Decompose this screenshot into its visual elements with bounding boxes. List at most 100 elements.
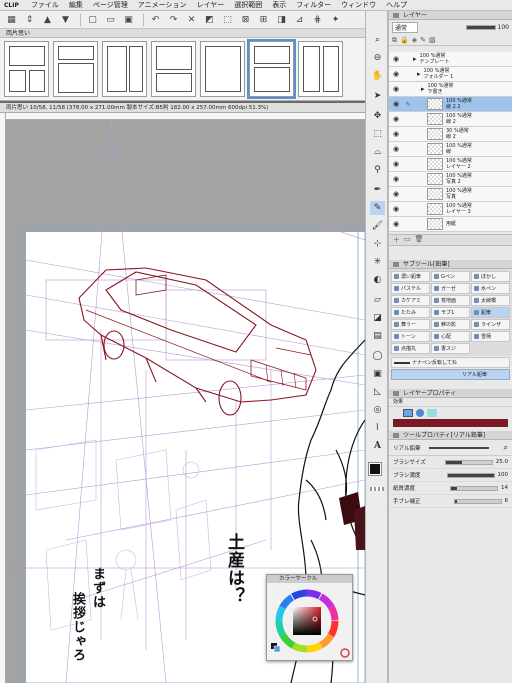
layer-row[interactable]: ◉ 100 %通常 レイヤー 3 (389, 202, 512, 217)
clear-icon[interactable]: ✕ (184, 13, 199, 27)
folder-icon[interactable]: ▸ (413, 55, 417, 63)
property-slider[interactable] (444, 459, 493, 465)
subtool-item[interactable]: 舞うー (391, 319, 430, 330)
subtool-item[interactable]: 書スジ (431, 343, 470, 354)
page-thumbnail[interactable] (200, 41, 245, 97)
color-wheel[interactable] (267, 583, 354, 662)
subtool-item[interactable]: 鉛筆 (471, 307, 510, 318)
layer-row[interactable]: ◉ 100 %通常 レイヤー 2 (389, 157, 512, 172)
menu-view[interactable]: 表示 (272, 0, 286, 10)
subtool-item[interactable]: ラインザ (471, 319, 510, 330)
subtool-item[interactable]: カケアミ (391, 295, 430, 306)
page-down-icon[interactable]: ▼ (58, 13, 73, 27)
subtool-item[interactable]: 雪柄 (471, 331, 510, 342)
open-icon[interactable]: ▭ (103, 13, 118, 27)
visibility-eye-icon[interactable]: ◉ (389, 220, 403, 228)
subtool-item[interactable]: モブ1 (431, 307, 470, 318)
brush-preview-2[interactable]: リアル鉛筆 (391, 369, 510, 380)
property-slider[interactable] (450, 485, 498, 491)
operation-icon[interactable]: ➤ (370, 89, 385, 103)
subtool-item[interactable]: 濃い鉛筆 (391, 271, 430, 282)
pencil-icon[interactable]: ✎ (370, 201, 385, 215)
undo-icon[interactable]: ↶ (148, 13, 163, 27)
blend-mode-select[interactable]: 通常 (392, 22, 419, 33)
eyedropper-icon[interactable]: ⚲ (370, 163, 385, 177)
layer-row[interactable]: ◉ 100 %通常線 2 (389, 112, 512, 127)
main-color-swatch[interactable] (368, 462, 382, 476)
figure-icon[interactable]: ◯ (370, 349, 385, 363)
zoom-icon[interactable]: ⌕ (370, 33, 385, 47)
layer-row[interactable]: ◉ 100 %通常 写真 2 (389, 172, 512, 187)
move-up-down-icon[interactable]: ⇕ (22, 13, 37, 27)
eraser-icon[interactable]: ▱ (370, 293, 385, 307)
layer-row[interactable]: ◉ ▸ 100 %通常 テンプレート (389, 52, 512, 67)
ruler-icon[interactable]: ◺ (370, 385, 385, 399)
page-thumbnail[interactable] (102, 41, 147, 97)
tool-property-row[interactable]: ブラシサイズ 25.0 (389, 456, 512, 469)
grid-icon[interactable]: ▦ (4, 13, 19, 27)
pen-icon[interactable]: ✒ (370, 183, 385, 197)
subtool-item[interactable]: 点描丸 (391, 343, 430, 354)
line-correct-icon[interactable]: ⌇ (370, 421, 385, 435)
menu-help[interactable]: ヘルプ (386, 0, 407, 10)
text-icon[interactable]: A (370, 439, 385, 453)
horizontal-ruler[interactable] (6, 113, 365, 120)
menu-animation[interactable]: アニメーション (138, 0, 187, 10)
layer-row[interactable]: ◉ ✎ 100 %通常線 2 2 (389, 97, 512, 112)
layer-row[interactable]: ◉ ▸ 100 %通常 下書き (389, 82, 512, 97)
tool-property-row[interactable]: 紙質濃度 14 (389, 482, 512, 495)
layer-row[interactable]: ◉ 用紙 (389, 217, 512, 232)
property-slider[interactable] (453, 498, 502, 504)
subtool-item[interactable]: 太線橋 (471, 295, 510, 306)
draft-icon[interactable]: ✎ (420, 36, 426, 45)
layer-panel-tab[interactable]: レイヤー (389, 11, 512, 20)
opacity-slider[interactable] (465, 25, 496, 30)
visibility-eye-icon[interactable]: ◉ (389, 190, 403, 198)
fill-icon[interactable]: ◩ (202, 13, 217, 27)
select-all-icon[interactable]: ⊞ (256, 13, 271, 27)
snap-special-icon[interactable]: ✦ (328, 13, 343, 27)
subtool-panel-tab[interactable]: サブツール[鉛筆] (389, 260, 512, 269)
page-thumbnail[interactable] (298, 41, 343, 97)
new-icon[interactable]: ▢ (85, 13, 100, 27)
brush-icon[interactable]: 🖌 (370, 219, 385, 233)
subtool-item[interactable]: 水ペン (471, 283, 510, 294)
new-layer-icon[interactable]: ＋ (393, 235, 400, 245)
menu-page[interactable]: ページ管理 (93, 0, 128, 10)
layer-row[interactable]: ◉ 100 %通常 写真 (389, 187, 512, 202)
subtool-item[interactable]: 荒地面 (431, 295, 470, 306)
snap-grid-icon[interactable]: ⋕ (310, 13, 325, 27)
app-logo[interactable]: CLIP (4, 2, 19, 9)
layer-property-tab[interactable]: レイヤープロパティ (389, 389, 512, 398)
page-thumbnail[interactable] (53, 41, 98, 97)
subtool-item[interactable]: トーン (391, 331, 430, 342)
reference-icon[interactable]: ◈ (412, 36, 417, 45)
decoration-icon[interactable]: ✳ (370, 255, 385, 269)
visibility-eye-icon[interactable]: ◉ (389, 55, 403, 63)
fill-bucket-icon[interactable]: ◪ (370, 311, 385, 325)
color-circle-panel[interactable]: カラーサークル (266, 574, 353, 661)
tool-property-row[interactable]: 手ブレ補正 6 (389, 495, 512, 508)
layer-row[interactable]: ◉ 100 %通常線 (389, 142, 512, 157)
visibility-eye-icon[interactable]: ◉ (389, 175, 403, 183)
menu-edit[interactable]: 編集 (69, 0, 83, 10)
visibility-eye-icon[interactable]: ◉ (389, 130, 403, 138)
menu-filter[interactable]: フィルター (296, 0, 331, 10)
subtool-item[interactable]: たたみ (391, 307, 430, 318)
effect-border-icon[interactable] (403, 409, 413, 417)
property-value[interactable]: 100 (498, 472, 509, 478)
subtool-item[interactable]: ぼかし (471, 271, 510, 282)
edit-pen-icon[interactable]: ✎ (403, 101, 413, 108)
property-slider[interactable] (446, 472, 495, 478)
hand-icon[interactable]: ✋ (370, 69, 385, 83)
effect-tone-icon[interactable] (427, 409, 437, 417)
folder-icon[interactable]: ▸ (421, 85, 425, 93)
property-value[interactable]: 6 (505, 498, 509, 504)
redo-icon[interactable]: ↷ (166, 13, 181, 27)
clip-icon[interactable]: ⧉ (392, 36, 397, 45)
page-thumbnail[interactable] (151, 41, 196, 97)
tool-property-row[interactable]: ブラシ濃度 100 (389, 469, 512, 482)
subtool-item[interactable]: 鮮の影 (431, 319, 470, 330)
gradient-icon[interactable]: ▤ (370, 329, 385, 343)
balloon-icon[interactable]: ◎ (370, 403, 385, 417)
